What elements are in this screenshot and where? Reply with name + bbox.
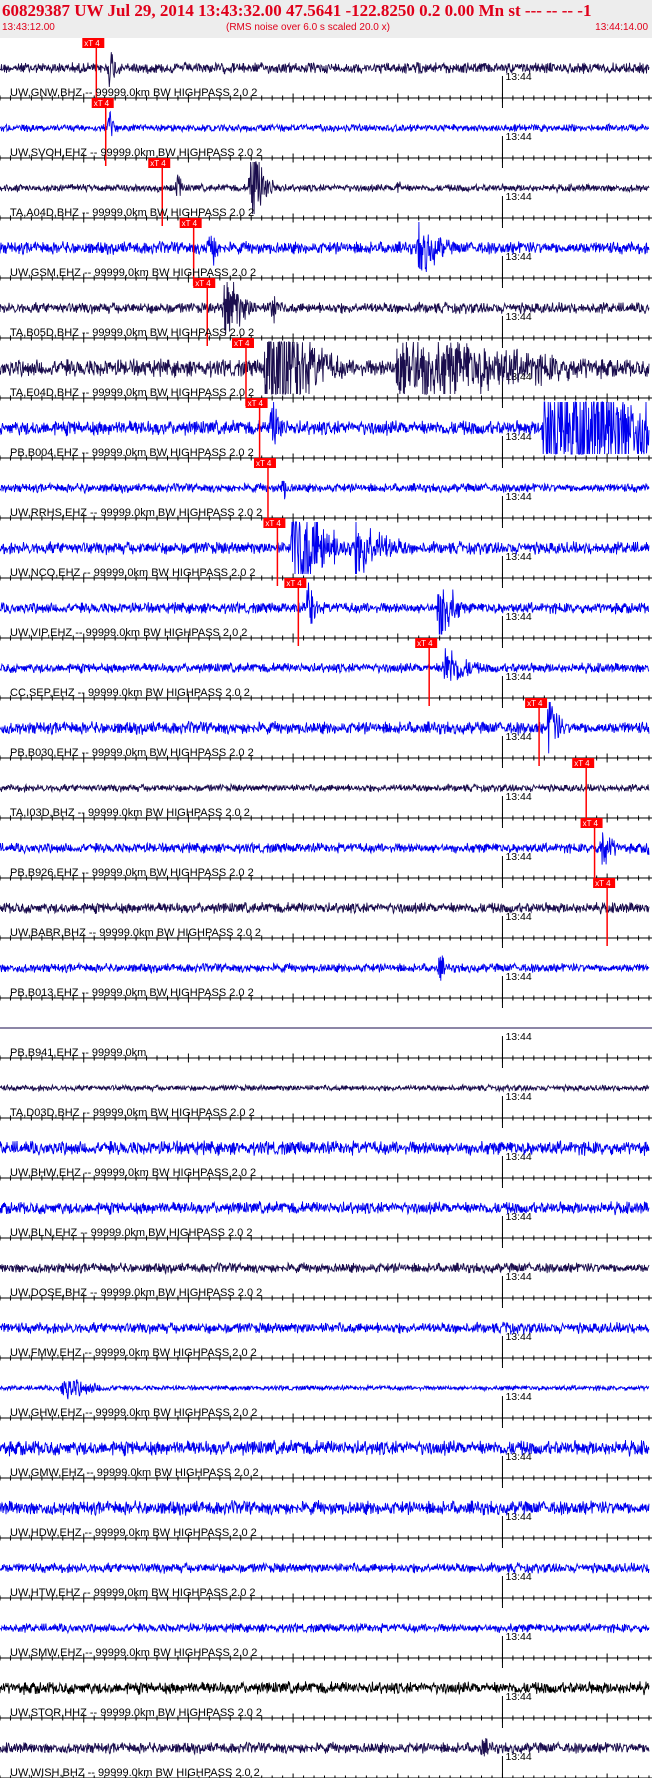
trace-label: UW,BABR,BHZ -- 99999.0km BW HIGHPASS 2.0… — [10, 927, 261, 939]
waveform — [0, 701, 650, 754]
trace-label: TA,E04D,BHZ -- 99999.0km BW HIGHPASS 2.0… — [10, 387, 254, 399]
pick-label: xT 4 — [265, 519, 281, 528]
waveform — [0, 110, 650, 137]
trace-label: UW,HTW,EHZ -- 99999.0km BW HIGHPASS 2.0 … — [10, 1587, 256, 1599]
waveform — [0, 480, 650, 500]
minute-label: 13:44 — [505, 1211, 531, 1223]
pick-label: xT 4 — [574, 759, 590, 768]
trace-label: TA,I03D,BHZ -- 99999.0km BW HIGHPASS 2.0… — [10, 807, 250, 819]
trace-label: UW,SVOH,EHZ -- 99999.0km BW HIGHPASS 2.0… — [10, 147, 262, 159]
trace-label: PB,B941,EHZ -- 99999.0km — [10, 1047, 146, 1059]
trace-label: TA,D03D,BHZ -- 99999.0km BW HIGHPASS 2.0… — [10, 1107, 255, 1119]
trace-label: TA,A04D,BHZ -- 99999.0km BW HIGHPASS 2.0… — [10, 207, 254, 219]
minute-label: 13:44 — [505, 1151, 531, 1163]
event-title: 60829387 UW Jul 29, 2014 13:43:32.00 47.… — [2, 1, 592, 20]
pick-label: xT 4 — [595, 879, 611, 888]
end-time: 13:44:14.00 — [595, 22, 648, 33]
waveform — [0, 1680, 650, 1696]
minute-label: 13:44 — [505, 1031, 531, 1043]
minute-label: 13:44 — [505, 491, 531, 503]
trace-label: UW,BLN,EHZ -- 99999.0km BW HIGHPASS 2.0 … — [10, 1227, 252, 1239]
minute-label: 13:44 — [505, 71, 531, 83]
minute-label: 13:44 — [505, 971, 531, 983]
trace-label: UW,NCO,EHZ -- 99999.0km BW HIGHPASS 2.0 … — [10, 567, 256, 579]
pick-label: xT 4 — [256, 459, 272, 468]
seismogram-plot: 13:44xT 4UW,GNW,BHZ -- 99999.0km BW HIGH… — [0, 38, 652, 1778]
pick-label: xT 4 — [234, 339, 250, 348]
minute-label: 13:44 — [505, 1631, 531, 1643]
trace-label: PB,B030,EHZ -- 99999.0km BW HIGHPASS 2.0… — [10, 747, 254, 759]
waveform — [0, 221, 650, 273]
pick-label: xT 4 — [195, 279, 211, 288]
pick-label: xT 4 — [417, 639, 433, 648]
minute-label: 13:44 — [505, 671, 531, 683]
trace-label: UW,BHW,EHZ -- 99999.0km BW HIGHPASS 2.0 … — [10, 1167, 256, 1179]
trace-label: UW,WISH,BHZ -- 99999.0km BW HIGHPASS 2.0… — [10, 1767, 260, 1778]
minute-label: 13:44 — [505, 251, 531, 263]
minute-label: 13:44 — [505, 131, 531, 143]
minute-label: 13:44 — [505, 1331, 531, 1343]
minute-label: 13:44 — [505, 311, 531, 323]
trace-label: UW,GMW,EHZ -- 99999.0km BW HIGHPASS 2.0 … — [10, 1467, 259, 1479]
waveform — [0, 1321, 650, 1335]
trace-label: UW,HDW,EHZ -- 99999.0km BW HIGHPASS 2.0 … — [10, 1527, 257, 1539]
minute-label: 13:44 — [505, 1451, 531, 1463]
waveform — [0, 1500, 650, 1517]
waveform — [0, 955, 650, 981]
trace-label: UW,STOR,HHZ -- 99999.0km BW HIGHPASS 2.0… — [10, 1707, 262, 1719]
waveform — [0, 782, 650, 794]
minute-label: 13:44 — [505, 1691, 531, 1703]
trace-label: UW,SMW,EHZ -- 99999.0km BW HIGHPASS 2.0 … — [10, 1647, 257, 1659]
waveform — [0, 52, 650, 88]
trace-label: UW,RRHS,EHZ -- 99999.0km BW HIGHPASS 2.0… — [10, 507, 262, 519]
trace-label: UW,GHW,EHZ -- 99999.0km BW HIGHPASS 2.0 … — [10, 1407, 257, 1419]
trace-label: UW,GSM,EHZ -- 99999.0km BW HIGHPASS 2.0 … — [10, 267, 256, 279]
pick-label: xT 4 — [583, 819, 599, 828]
minute-label: 13:44 — [505, 791, 531, 803]
trace-label: PB,B013,EHZ -- 99999.0km BW HIGHPASS 2.0… — [10, 987, 254, 999]
pick-label: xT 4 — [248, 399, 264, 408]
waveform — [0, 1439, 650, 1457]
pick-label: xT 4 — [182, 219, 198, 228]
waveform — [0, 1261, 650, 1275]
waveform — [0, 1738, 650, 1757]
trace-label: UW,VIP,EHZ -- 99999.0km BW HIGHPASS 2.0 … — [10, 627, 247, 639]
record-header: 60829387 UW Jul 29, 2014 13:43:32.00 47.… — [0, 0, 652, 38]
trace-label: PB,B004,EHZ -- 99999.0km BW HIGHPASS 2.0… — [10, 447, 254, 459]
pick-label: xT 4 — [84, 39, 100, 48]
waveform — [0, 832, 650, 865]
minute-label: 13:44 — [505, 911, 531, 923]
minute-label: 13:44 — [505, 1091, 531, 1103]
waveform — [0, 648, 650, 681]
pick-label: xT 4 — [286, 579, 302, 588]
trace-label: TA,B05D,BHZ -- 99999.0km BW HIGHPASS 2.0… — [10, 327, 254, 339]
minute-label: 13:44 — [505, 611, 531, 623]
waveform — [0, 1378, 650, 1400]
trace-label: UW,FMW,EHZ -- 99999.0km BW HIGHPASS 2.0 … — [10, 1347, 257, 1359]
minute-label: 13:44 — [505, 191, 531, 203]
minute-label: 13:44 — [505, 1271, 531, 1283]
minute-label: 13:44 — [505, 1751, 531, 1763]
waveform — [0, 1140, 650, 1156]
trace-label: UW,DOSE,BHZ -- 99999.0km BW HIGHPASS 2.0… — [10, 1287, 262, 1299]
waveform — [0, 1622, 650, 1635]
trace-label: UW,GNW,BHZ -- 99999.0km BW HIGHPASS 2.0 … — [10, 87, 257, 99]
pick-label: xT 4 — [150, 159, 166, 168]
waveform — [0, 1561, 650, 1574]
minute-label: 13:44 — [505, 551, 531, 563]
minute-label: 13:44 — [505, 1391, 531, 1403]
trace-label: PB,B926,EHZ -- 99999.0km BW HIGHPASS 2.0… — [10, 867, 254, 879]
start-time: 13:43:12.00 — [2, 22, 55, 33]
pick-label: xT 4 — [527, 699, 543, 708]
pick-label: xT 4 — [94, 99, 110, 108]
waveform — [0, 1083, 650, 1093]
waveform — [0, 901, 650, 915]
trace-label: CC,SEP,EHZ -- 99999.0km BW HIGHPASS 2.0 … — [10, 687, 250, 699]
minute-label: 13:44 — [505, 1511, 531, 1523]
rms-noise-note: (RMS noise over 6.0 s scaled 20.0 x) — [226, 22, 390, 33]
waveform — [0, 1200, 650, 1216]
